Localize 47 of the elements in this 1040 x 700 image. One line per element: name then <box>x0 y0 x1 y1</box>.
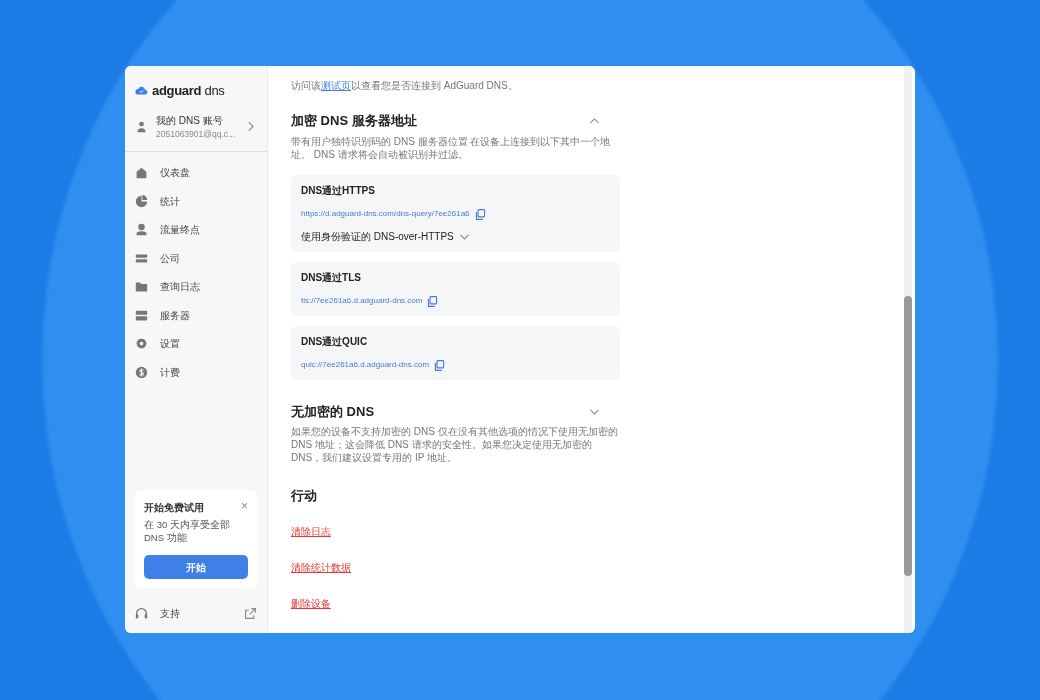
folder-icon <box>135 280 148 293</box>
nav-item[interactable]: 仪表盘 <box>125 158 267 187</box>
card-title: DNS通过HTTPS <box>301 183 376 198</box>
action-link[interactable]: 清除统计数据 <box>291 561 351 573</box>
trial-text: 在 30 天内享受全部 DNS 功能 <box>144 519 231 545</box>
dropdown-toggle-text[interactable]: 使用身份验证的 DNS-over-HTTPS <box>301 228 454 244</box>
nav-item[interactable]: 设置 <box>125 329 267 358</box>
address-link[interactable]: quic://7ee261a6.d.adguard-dns.com <box>301 359 430 371</box>
actions-title: 行动 <box>291 487 318 505</box>
home-icon <box>135 166 148 179</box>
user-icon <box>135 119 148 133</box>
server-icon <box>135 308 148 322</box>
address-link[interactable]: tls://7ee261a6.d.adguard-dns.com <box>301 295 423 307</box>
external-link-icon <box>244 607 257 620</box>
nav-item[interactable]: 公司 <box>125 243 267 273</box>
section-title: 加密 DNS 服务器地址 <box>291 112 417 130</box>
card-title: DNS通过TLS <box>301 270 362 285</box>
section-description: 带有用户独特识别码的 DNS 服务器位置 在设备上连接到以下其中一个地址。 DNS 请求将会自动被识别并过滤。 <box>291 134 612 161</box>
cloud-logo-icon <box>135 84 148 98</box>
section-title: 无加密的 DNS <box>291 402 375 421</box>
account-item[interactable]: 我的 DNS 账号 2051063901@qq.c... <box>125 112 267 153</box>
scrollbar[interactable] <box>904 66 912 633</box>
nav-item[interactable]: 流量终点 <box>125 215 267 244</box>
address-link[interactable]: https://d.adguard-dns.com/dns-query/7ee261a6 <box>301 208 470 220</box>
card-title: DNS通过QUIC <box>301 334 369 349</box>
start-button[interactable]: 开始 <box>144 555 248 579</box>
logo-text: adguard dns <box>152 82 225 100</box>
action-link[interactable]: 清除日志 <box>291 525 331 537</box>
copy-icon[interactable] <box>426 294 440 308</box>
close-button[interactable]: × <box>241 500 248 516</box>
support-link[interactable]: 支持 <box>125 588 267 633</box>
pie-chart-icon <box>135 194 148 208</box>
copy-icon[interactable] <box>433 358 447 372</box>
trial-title: 开始免费试用 <box>144 501 204 516</box>
nav-item[interactable]: 计费 <box>125 357 267 387</box>
test-page-link[interactable]: 测试页 <box>321 80 351 91</box>
nav-item[interactable]: 服务器 <box>125 300 267 330</box>
nav-item[interactable]: 统计 <box>125 186 267 216</box>
stack-icon <box>135 251 148 265</box>
action-link[interactable]: 删除设备 <box>291 597 331 609</box>
dollar-icon <box>135 365 148 379</box>
nav-item[interactable]: 查询日志 <box>125 272 267 301</box>
copy-icon[interactable] <box>473 207 487 221</box>
intro-text: 访问该测试页以查看您是否连接到 AdGuard DNS。 <box>291 79 519 93</box>
section-description: 如果您的设备不支持加密的 DNS 仅在没有其他选项的情况下使用无加密的 DNS 地址；这会降低 DNS 请求的安全性。如果您决定使用无加密的 DNS，我们建议设置专用的 IP 地址。 <box>291 425 619 464</box>
headset-icon <box>135 607 148 620</box>
user-icon <box>135 223 148 236</box>
